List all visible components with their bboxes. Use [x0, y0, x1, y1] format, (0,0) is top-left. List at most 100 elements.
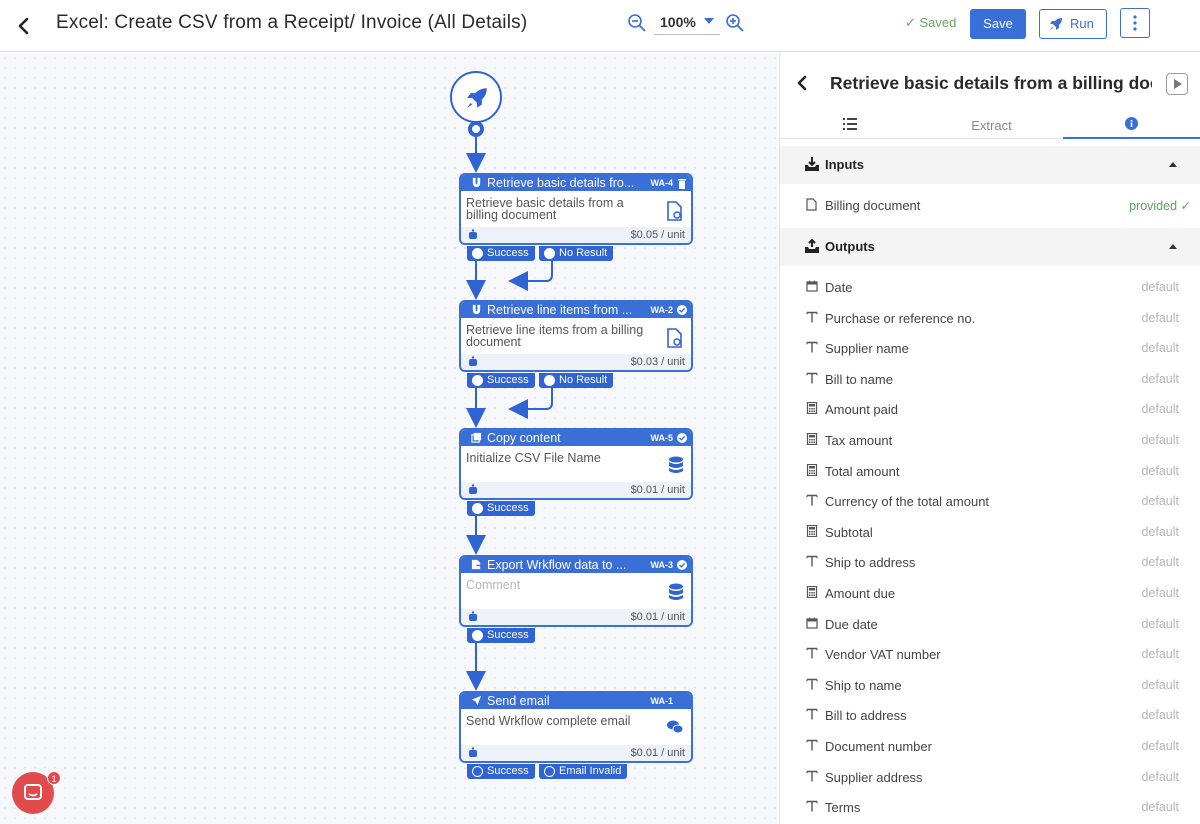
tab-extract[interactable]: Extract	[920, 109, 1063, 139]
tab-list[interactable]	[780, 109, 920, 139]
calendar-icon	[806, 617, 818, 629]
chat-bubbles-icon	[667, 720, 684, 734]
info-icon	[1125, 117, 1138, 130]
saved-status: ✓ Saved	[905, 15, 957, 30]
trash-icon[interactable]	[677, 178, 687, 189]
port-success[interactable]: Success	[467, 764, 535, 779]
text-icon	[806, 678, 818, 690]
zoom-value: 100%	[660, 14, 696, 30]
output-row: Supplier name default	[780, 333, 1200, 363]
node-footer: $0.01 / unit	[461, 482, 691, 498]
workflow-title: Excel: Create CSV from a Receipt/ Invoic…	[56, 12, 528, 33]
start-output-port[interactable]	[468, 121, 484, 137]
document-settings-icon	[667, 201, 682, 221]
notification-badge: 1	[47, 771, 61, 785]
output-row: Supplier address default	[780, 762, 1200, 792]
start-trigger-node[interactable]	[450, 71, 502, 123]
text-icon	[806, 311, 818, 323]
output-row: Date default	[780, 272, 1200, 302]
inbox-download-icon	[805, 157, 819, 171]
rocket-icon	[467, 88, 487, 108]
node-footer: $0.05 / unit	[461, 227, 691, 243]
rocket-icon	[1050, 18, 1062, 30]
list-icon	[843, 118, 857, 130]
output-row: Bill to name default	[780, 364, 1200, 394]
calculator-icon	[806, 464, 818, 476]
port-no-result[interactable]: No Result	[539, 373, 614, 388]
top-bar: Excel: Create CSV from a Receipt/ Invoic…	[0, 0, 1200, 52]
chevron-down-icon	[704, 18, 714, 24]
panel-tabs: Extract	[780, 109, 1200, 139]
file-export-icon	[471, 559, 482, 570]
workflow-node-wa-5[interactable]: Copy content WA-5 Initialize CSV File Na…	[459, 428, 693, 500]
node-footer: $0.01 / unit	[461, 609, 691, 625]
robot-icon	[469, 484, 477, 494]
workflow-node-wa-3[interactable]: Export Wrkflow data to ... WA-3 Comment …	[459, 555, 693, 627]
node-footer: $0.01 / unit	[461, 745, 691, 761]
text-icon	[806, 708, 818, 720]
node-header: Export Wrkflow data to ... WA-3	[461, 557, 691, 573]
copy-icon	[471, 432, 482, 443]
more-options-button[interactable]	[1120, 8, 1150, 38]
output-row: Bill to address default	[780, 700, 1200, 730]
output-row: Terms default	[780, 792, 1200, 822]
database-icon	[669, 583, 683, 600]
calculator-icon	[806, 433, 818, 445]
workflow-node-wa-4[interactable]: Retrieve basic details fro... WA-4 Retri…	[459, 173, 693, 245]
text-icon	[806, 800, 818, 812]
inbox-upload-icon	[805, 239, 819, 253]
chat-icon	[24, 784, 42, 800]
workflow-canvas[interactable]: Retrieve basic details fro... WA-4 Retri…	[0, 53, 778, 824]
check-circle-icon	[677, 560, 687, 570]
back-arrow-icon[interactable]	[10, 12, 38, 40]
send-icon	[471, 695, 482, 706]
workflow-node-wa-1[interactable]: Send email WA-1 Send Wrkflow complete em…	[459, 691, 693, 763]
robot-icon	[469, 229, 477, 239]
output-row: Document number default	[780, 731, 1200, 761]
output-row: Subtotal default	[780, 517, 1200, 547]
inputs-section-header[interactable]: Inputs	[780, 146, 1200, 184]
node-header: Retrieve basic details fro... WA-4	[461, 175, 691, 191]
node-description: Send Wrkflow complete email	[461, 709, 691, 745]
output-row: Tax amount default	[780, 425, 1200, 455]
zoom-in-icon[interactable]	[724, 12, 746, 34]
output-row: Ship to name default	[780, 670, 1200, 700]
outputs-section-header[interactable]: Outputs	[780, 228, 1200, 266]
node-details-panel: Retrieve basic details from a billing do…	[779, 53, 1200, 824]
chevron-up-icon	[1169, 162, 1177, 167]
port-no-result[interactable]: No Result	[539, 246, 614, 261]
port-success[interactable]: Success	[467, 373, 535, 388]
save-button[interactable]: Save	[970, 9, 1026, 39]
check-circle-icon	[677, 305, 687, 315]
output-row: Purchase or reference no. default	[780, 303, 1200, 333]
node-description: Initialize CSV File Name	[461, 446, 691, 482]
port-success[interactable]: Success	[467, 246, 535, 261]
calculator-icon	[806, 586, 818, 598]
node-footer: $0.03 / unit	[461, 354, 691, 370]
check-icon: ✓	[905, 15, 920, 30]
robot-icon	[469, 356, 477, 366]
panel-title: Retrieve basic details from a billing do…	[830, 73, 1152, 93]
zoom-out-icon[interactable]	[626, 12, 648, 34]
run-button[interactable]: Run	[1039, 9, 1107, 39]
workflow-node-wa-2[interactable]: Retrieve line items from ... WA-2 Retrie…	[459, 300, 693, 372]
text-icon	[806, 739, 818, 751]
output-row: Currency of the total amount default	[780, 486, 1200, 516]
node-header: Send email WA-1	[461, 693, 691, 709]
port-success[interactable]: Success	[467, 501, 535, 516]
output-row: Amount paid default	[780, 394, 1200, 424]
tab-info[interactable]	[1063, 109, 1200, 139]
output-row: Amount due default	[780, 578, 1200, 608]
play-icon[interactable]	[1166, 73, 1188, 95]
zoom-select[interactable]: 100%	[654, 9, 720, 35]
port-email-invalid[interactable]: Email Invalid	[539, 764, 628, 779]
back-chevron-icon[interactable]	[792, 73, 812, 93]
calculator-icon	[806, 525, 818, 537]
magnet-icon	[472, 304, 481, 315]
node-header: Retrieve line items from ... WA-2	[461, 302, 691, 318]
port-success[interactable]: Success	[467, 628, 535, 643]
magnet-icon	[472, 177, 481, 188]
document-icon	[806, 198, 817, 211]
calculator-icon	[806, 402, 818, 414]
chevron-up-icon	[1169, 244, 1177, 249]
